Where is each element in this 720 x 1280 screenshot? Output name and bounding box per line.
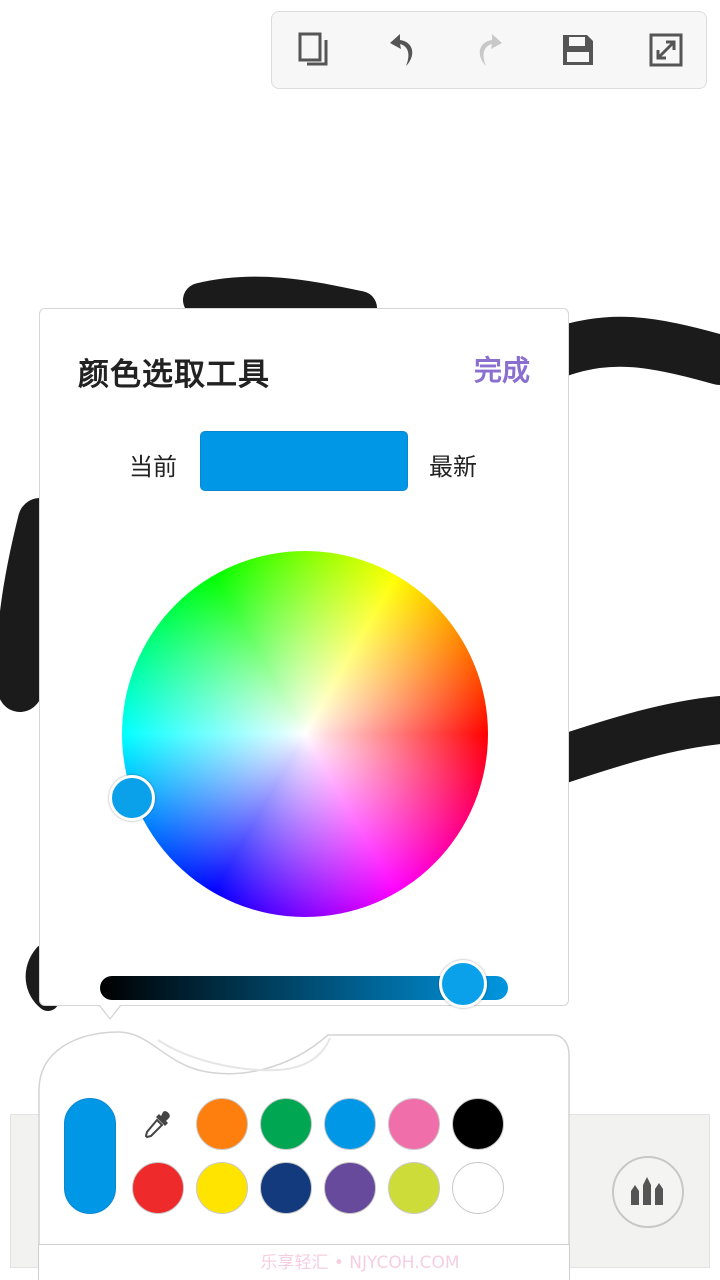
fullscreen-icon xyxy=(649,33,683,67)
color-swatch[interactable] xyxy=(452,1098,504,1150)
palette-panel xyxy=(38,1031,570,1280)
dialog-pointer xyxy=(99,1005,121,1020)
selected-color-indicator[interactable] xyxy=(64,1098,116,1214)
color-swatch[interactable] xyxy=(324,1098,376,1150)
color-swatch[interactable] xyxy=(260,1162,312,1214)
watermark: 乐享轻汇 • NJYCOH.COM xyxy=(260,1253,460,1273)
newest-label: 最新 xyxy=(429,453,477,481)
undo-button[interactable] xyxy=(382,30,422,70)
fullscreen-button[interactable] xyxy=(646,30,686,70)
undo-icon xyxy=(390,34,413,66)
save-icon xyxy=(563,35,593,65)
redo-button[interactable] xyxy=(470,30,510,70)
redo-icon xyxy=(479,34,502,66)
color-swatch[interactable] xyxy=(260,1098,312,1150)
color-picker-dialog: 颜色选取工具 完成 当前 最新 xyxy=(39,308,569,1008)
color-swatch[interactable] xyxy=(196,1098,248,1150)
top-toolbar xyxy=(271,11,707,89)
color-wheel[interactable] xyxy=(122,551,488,917)
done-button[interactable]: 完成 xyxy=(474,349,530,389)
brush-tools-button[interactable] xyxy=(612,1156,684,1228)
color-swatch[interactable] xyxy=(388,1098,440,1150)
canvas-stroke xyxy=(183,276,377,325)
save-button[interactable] xyxy=(558,30,598,70)
canvas-stroke xyxy=(536,696,720,784)
brushes-icon xyxy=(631,1177,663,1205)
color-swatch[interactable] xyxy=(324,1162,376,1214)
color-wheel-handle[interactable] xyxy=(109,775,155,821)
color-swatch[interactable] xyxy=(388,1162,440,1214)
canvas-stroke xyxy=(535,316,720,385)
current-color-preview xyxy=(200,431,408,491)
current-label: 当前 xyxy=(129,453,177,481)
canvas-stroke xyxy=(0,498,62,712)
brightness-slider-handle[interactable] xyxy=(439,960,488,1008)
picker-title: 颜色选取工具 xyxy=(78,357,270,393)
color-swatch[interactable] xyxy=(196,1162,248,1214)
copy-icon xyxy=(298,32,328,66)
color-swatch[interactable] xyxy=(452,1162,504,1214)
color-swatch[interactable] xyxy=(132,1162,184,1214)
eyedropper-icon xyxy=(144,1111,170,1139)
copy-button[interactable] xyxy=(294,30,334,70)
eyedropper-button[interactable] xyxy=(140,1106,176,1142)
